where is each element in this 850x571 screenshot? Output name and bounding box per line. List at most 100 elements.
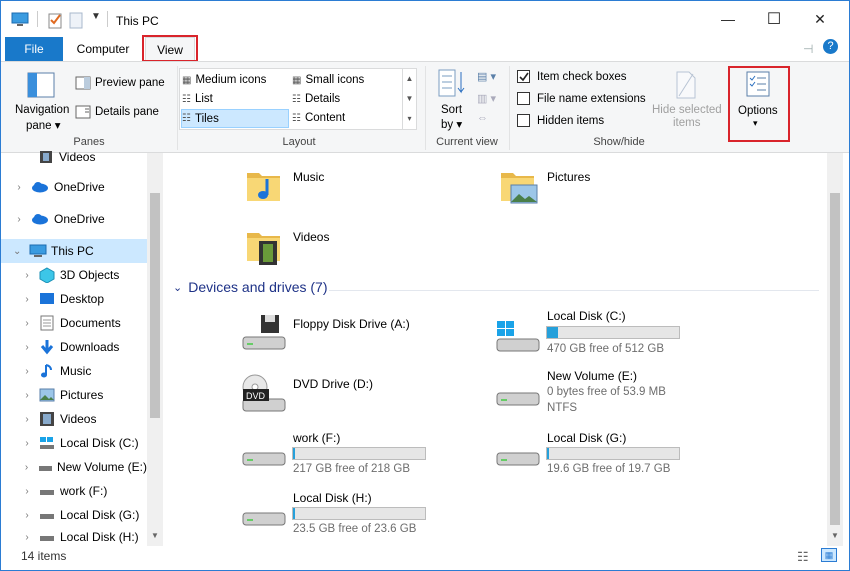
drive-local-disk-h[interactable]: Local Disk (H:) 23.5 GB free of 23.6 GB	[241, 489, 481, 539]
chevron-right-icon[interactable]: ›	[23, 366, 31, 377]
chevron-down-icon[interactable]: ⌄	[173, 281, 182, 294]
layout-tiles[interactable]: ☷ Tiles	[181, 109, 289, 128]
nav-item-documents[interactable]: › Documents	[1, 311, 147, 335]
chevron-right-icon[interactable]: ›	[23, 294, 31, 305]
item-check-boxes-checkbox[interactable]	[517, 70, 530, 83]
folder-pictures[interactable]: Pictures	[497, 163, 697, 207]
size-columns-icon[interactable]: ⇔	[477, 112, 488, 124]
nav-item-onedrive-1[interactable]: › OneDrive	[1, 175, 147, 199]
nav-item-desktop[interactable]: › Desktop	[1, 287, 147, 311]
nav-item-3d-objects[interactable]: › 3D Objects	[1, 263, 147, 287]
file-name-extensions-checkbox[interactable]	[517, 92, 530, 105]
hide-selected-items-button[interactable]: Hide selected items	[649, 68, 723, 134]
layout-content[interactable]: ☷ Content	[292, 109, 398, 127]
tab-computer[interactable]: Computer	[67, 37, 139, 61]
devices-group-header[interactable]: ⌄ Devices and drives (7)	[173, 279, 328, 295]
nav-scrollbar[interactable]: ▼	[147, 153, 163, 546]
details-pane-button[interactable]: Details pane	[75, 105, 159, 119]
drive-work-f[interactable]: work (F:) 217 GB free of 218 GB	[241, 429, 481, 479]
nav-item-local-disk-h[interactable]: › Local Disk (H:)	[1, 527, 147, 547]
hidden-items-checkbox[interactable]	[517, 114, 530, 127]
layout-small-icons[interactable]: ▦ Small icons	[292, 71, 398, 89]
nav-item-this-pc[interactable]: ⌄ This PC	[1, 239, 147, 263]
dvd-badge: DVD	[246, 391, 266, 401]
drive-new-volume-e[interactable]: New Volume (E:) 0 bytes free of 53.9 MB …	[495, 369, 735, 419]
tab-file[interactable]: File	[5, 37, 63, 61]
layout-details[interactable]: ☷ Details	[292, 90, 398, 108]
chevron-right-icon[interactable]: ›	[23, 390, 31, 401]
nav-item-downloads[interactable]: › Downloads	[1, 335, 147, 359]
pin-icon[interactable]: ⊣	[803, 42, 813, 56]
chevron-right-icon[interactable]: ›	[23, 462, 30, 473]
preview-pane-button[interactable]: Preview pane	[75, 76, 165, 90]
window-title: This PC	[116, 14, 159, 28]
options-highlight	[728, 66, 790, 142]
layout-scroll[interactable]: ▲ ▼ ▾	[402, 69, 416, 129]
nav-item-videos-top[interactable]: Videos	[1, 145, 147, 169]
nav-scroll-down-icon[interactable]: ▼	[151, 531, 159, 540]
chevron-right-icon[interactable]: ›	[23, 486, 31, 497]
content-scroll-down-icon[interactable]: ▼	[831, 531, 839, 540]
drive-floppy-a[interactable]: Floppy Disk Drive (A:)	[241, 313, 481, 359]
drive-icon	[242, 512, 286, 526]
chevron-right-icon[interactable]: ›	[15, 214, 23, 225]
drive-g-usage-fill	[547, 448, 549, 459]
chevron-right-icon[interactable]: ›	[23, 438, 31, 449]
folder-videos[interactable]: Videos	[243, 223, 443, 267]
chevron-right-icon[interactable]: ›	[23, 532, 31, 543]
nav-item-onedrive-2[interactable]: › OneDrive	[1, 207, 147, 231]
nav-item-work-f[interactable]: › work (F:)	[1, 479, 147, 503]
details-view-icon[interactable]: ☷	[797, 549, 809, 565]
chevron-down-icon[interactable]: ⌄	[13, 246, 21, 257]
chevron-right-icon[interactable]: ›	[23, 510, 31, 521]
nav-scrollbar-thumb[interactable]	[150, 193, 160, 418]
drive-local-disk-c[interactable]: Local Disk (C:) 470 GB free of 512 GB	[495, 309, 735, 359]
layout-list[interactable]: ☷ List	[182, 90, 288, 108]
help-icon[interactable]: ?	[823, 39, 838, 54]
sort-label-2: by ▾	[441, 119, 463, 131]
current-view-group-label: Current view	[436, 136, 498, 148]
chevron-right-icon[interactable]: ›	[23, 342, 31, 353]
drive-f-usage-fill	[293, 448, 295, 459]
sort-label: Sort	[441, 104, 463, 116]
sort-by-button[interactable]: Sort by ▾	[433, 68, 473, 134]
nav-item-music[interactable]: › Music	[1, 359, 147, 383]
chevron-right-icon[interactable]: ›	[15, 182, 23, 193]
navigation-pane-button[interactable]: Navigation pane ▾	[15, 70, 69, 140]
chevron-right-icon[interactable]: ›	[23, 318, 31, 329]
chevron-right-icon[interactable]: ›	[23, 414, 31, 425]
floppy-disk-icon	[242, 315, 286, 350]
maximize-button[interactable]: ☐	[751, 1, 797, 37]
minimize-button[interactable]: —	[705, 1, 751, 37]
file-name-extensions[interactable]: File name extensions	[517, 92, 646, 105]
content-scrollbar-thumb[interactable]	[830, 193, 840, 525]
large-icons-view-icon[interactable]: ▦	[821, 548, 837, 562]
nav-item-videos[interactable]: › Videos	[1, 407, 147, 431]
drive-dvd-d[interactable]: DVD DVD Drive (D:)	[241, 373, 481, 423]
layout-medium-icons[interactable]: ▦ Medium icons	[182, 71, 288, 89]
preview-pane-icon	[75, 76, 91, 90]
drive-h-usage-bar	[292, 507, 426, 520]
downloads-icon	[40, 340, 54, 355]
properties-icon[interactable]	[47, 11, 63, 29]
hidden-items[interactable]: Hidden items	[517, 114, 604, 127]
navigation-pane-icon	[27, 72, 55, 98]
hide-selected-label: Hide selected	[652, 104, 722, 116]
item-check-boxes[interactable]: Item check boxes	[517, 70, 626, 83]
quick-access-dropdown-icon[interactable]: ▼	[91, 11, 101, 22]
folder-music[interactable]: Music	[243, 163, 443, 207]
nav-item-local-disk-g[interactable]: › Local Disk (G:)	[1, 503, 147, 527]
new-folder-icon[interactable]	[69, 11, 83, 29]
hide-selected-label-2: items	[673, 117, 701, 129]
content-scrollbar[interactable]: ▼	[827, 153, 843, 546]
nav-item-pictures[interactable]: › Pictures	[1, 383, 147, 407]
group-by-icon[interactable]: ▤ ▾	[477, 70, 496, 83]
drive-icon	[496, 392, 540, 406]
nav-item-local-disk-c[interactable]: › Local Disk (C:)	[1, 431, 147, 455]
nav-item-new-volume-e[interactable]: › New Volume (E:)	[1, 455, 147, 479]
close-button[interactable]: ✕	[797, 1, 843, 37]
add-columns-icon[interactable]: ▥ ▾	[477, 92, 496, 105]
drive-f-usage-bar	[292, 447, 426, 460]
drive-local-disk-g[interactable]: Local Disk (G:) 19.6 GB free of 19.7 GB	[495, 429, 735, 479]
chevron-right-icon[interactable]: ›	[23, 270, 31, 281]
